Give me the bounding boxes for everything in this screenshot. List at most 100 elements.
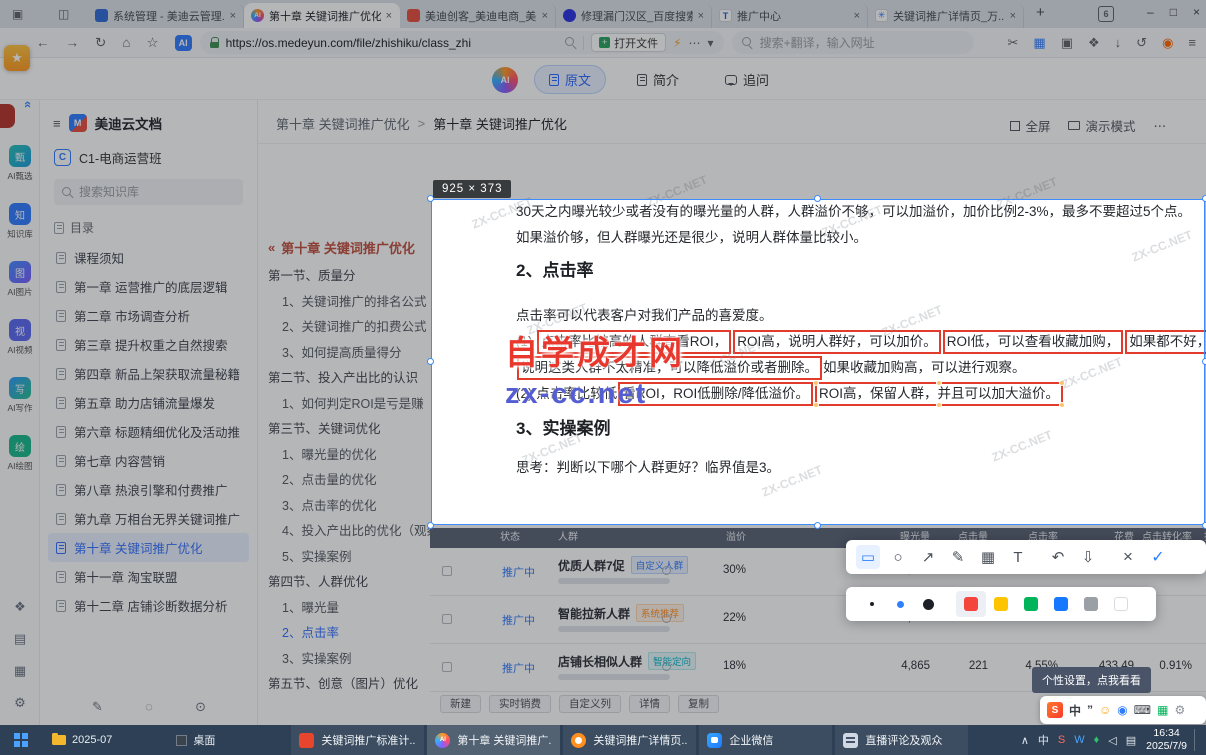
color-swatch[interactable] <box>1046 591 1076 617</box>
toolbar-icon[interactable]: ≡ <box>1188 35 1196 50</box>
toc-item[interactable]: 2、点击率 <box>268 621 431 647</box>
audience-name[interactable]: 智能拉新人群 <box>558 605 630 622</box>
browser-tab[interactable]: 美迪创客_美迪电商_美... × <box>400 3 556 28</box>
sidebar-chapter[interactable]: 第六章 标题精细优化及活动推 <box>48 417 249 446</box>
selection-handle[interactable] <box>814 522 821 529</box>
tab-follow-up[interactable]: 追问 <box>710 65 784 94</box>
sidebar-footer-icon[interactable]: ✎ <box>92 699 103 715</box>
selection-handle[interactable] <box>427 358 434 365</box>
rail-bottom-icon[interactable]: ⚙ <box>14 695 26 711</box>
toolbar-icon[interactable]: ↓ <box>1115 35 1122 50</box>
ime-icon[interactable]: ☺ <box>1099 703 1111 717</box>
chevron-down-icon[interactable]: ▾ <box>708 36 714 50</box>
toc-item[interactable]: 1、如何判定ROI是亏是赚 <box>268 392 431 418</box>
sidebar-chapter[interactable]: 第三章 提升权重之自然搜索 <box>48 330 249 359</box>
selection-handle[interactable] <box>1202 195 1206 202</box>
ime-icon[interactable]: ⌨ <box>1134 703 1151 717</box>
knowledge-search-input[interactable] <box>79 185 229 199</box>
browser-search-input[interactable] <box>759 35 964 50</box>
lightning-icon[interactable]: ⚡ <box>673 36 681 50</box>
toc-item[interactable]: 1、关键词推广的排名公式 <box>268 290 431 316</box>
sidebar-chapter[interactable]: 第十章 关键词推广优化 <box>48 533 249 562</box>
ime-icon[interactable]: ” <box>1087 703 1093 717</box>
brush-size-option[interactable] <box>858 590 886 618</box>
open-file-button[interactable]: + 打开文件 <box>591 33 667 52</box>
screenshot-tool[interactable]: ○ <box>886 545 910 569</box>
app-badge[interactable] <box>0 104 15 128</box>
bookmark-star-icon[interactable]: ☆ <box>146 35 158 51</box>
table-header-cell[interactable]: 溢价 <box>670 528 746 548</box>
reload-icon[interactable]: ↻ <box>95 35 106 51</box>
taskbar-app[interactable]: 关键词推广标准计... <box>291 725 425 755</box>
tab-close-icon[interactable]: × <box>854 10 860 22</box>
knowledge-search[interactable] <box>54 179 243 205</box>
ai-assistant-badge[interactable]: AI <box>174 34 192 51</box>
screenshot-tool[interactable]: × <box>1116 545 1140 569</box>
toc-item[interactable]: 第五节、创意（图片）优化 <box>268 672 431 698</box>
sidebar-chapter[interactable]: 第二章 市场调查分析 <box>48 301 249 330</box>
more-actions-icon[interactable]: ⋯ <box>1154 118 1167 133</box>
tray-icon[interactable]: ◁ <box>1108 734 1116 747</box>
tab-close-icon[interactable]: × <box>1010 10 1016 22</box>
rail-item[interactable]: 知 知识库 <box>0 198 40 256</box>
row-checkbox[interactable] <box>442 614 452 624</box>
color-swatch[interactable] <box>1106 591 1136 617</box>
url-input[interactable] <box>225 35 559 50</box>
ime-icon[interactable]: S <box>1047 702 1063 718</box>
screenshot-tool[interactable]: ✎ <box>946 545 970 569</box>
sidebar-chapter[interactable]: 第十二章 店铺诊断数据分析 <box>48 591 249 620</box>
toc-chapter-header[interactable]: « 第十章 关键词推广优化 <box>268 238 431 257</box>
screenshot-tool[interactable]: T <box>1006 545 1030 569</box>
browser-tab[interactable]: AI 第十章 关键词推广优化 × <box>244 3 400 28</box>
browser-tab[interactable]: 系统管理 - 美迪云管理... × <box>88 3 244 28</box>
sidebar-chapter[interactable]: 第八章 热浪引擎和付费推广 <box>48 475 249 504</box>
address-bar[interactable]: + 打开文件 ⚡ ⋯ ▾ <box>199 31 724 54</box>
brush-size-option[interactable] <box>886 590 914 618</box>
ime-icon[interactable]: ▦ <box>1157 703 1168 717</box>
tray-icon[interactable]: ♦ <box>1094 734 1100 746</box>
tray-icon[interactable]: S <box>1058 734 1065 746</box>
toolbar-icon[interactable]: ✂ <box>1008 35 1019 51</box>
screenshot-tool[interactable]: ↗ <box>916 545 940 569</box>
selection-handle[interactable] <box>1202 522 1206 529</box>
screenshot-tool[interactable]: ▦ <box>976 545 1000 569</box>
toc-item[interactable]: 1、曝光量 <box>268 596 431 622</box>
tray-icon[interactable]: 中 <box>1038 732 1049 748</box>
color-swatch[interactable] <box>956 591 986 617</box>
color-swatch[interactable] <box>986 591 1016 617</box>
rail-item[interactable]: 图 AI图片 <box>0 256 40 314</box>
toc-item[interactable]: 3、如何提高质量得分 <box>268 341 431 367</box>
table-footer-button[interactable]: 详情 <box>629 695 670 713</box>
row-checkbox[interactable] <box>442 662 452 672</box>
taskbar-folder-item[interactable]: 2025-07 <box>42 725 122 755</box>
toc-item[interactable]: 2、关键词推广的扣费公式 <box>268 315 431 341</box>
selection-handle[interactable] <box>814 195 821 202</box>
taskbar-app[interactable]: 企业微信 <box>699 725 833 755</box>
toc-item[interactable]: 第三节、关键词优化 <box>268 417 431 443</box>
audience-name[interactable]: 店铺长相似人群 <box>558 653 642 670</box>
rail-bottom-icon[interactable]: ▤ <box>14 631 26 647</box>
tab-count-badge[interactable]: 6 <box>1098 6 1114 22</box>
toolbar-icon[interactable]: ❖ <box>1088 35 1100 51</box>
browser-tab[interactable]: 修理漏门汉区_百度搜索 × <box>556 3 712 28</box>
ime-icon[interactable]: ⚙ <box>1174 703 1185 717</box>
sidebar-chapter[interactable]: 第十一章 淘宝联盟 <box>48 562 249 591</box>
ime-icon[interactable]: 中 <box>1069 702 1081 719</box>
sidebar-menu-icon[interactable]: ≡ <box>53 116 61 131</box>
screenshot-tool[interactable]: ▭ <box>856 545 880 569</box>
show-desktop-button[interactable] <box>1198 725 1206 755</box>
toolbar-icon[interactable]: ▣ <box>1061 35 1073 51</box>
toolbar-icon[interactable]: ↺ <box>1136 35 1147 51</box>
toc-item[interactable]: 第一节、质量分 <box>268 264 431 290</box>
sidebar-chapter[interactable]: 第九章 万相台无界关键词推广 <box>48 504 249 533</box>
more-icon[interactable]: ⋯ <box>689 36 701 50</box>
rail-item[interactable]: 写 AI写作 <box>0 372 40 430</box>
color-swatch[interactable] <box>1076 591 1106 617</box>
fullscreen-button[interactable]: 全屏 <box>1010 116 1050 135</box>
taskbar-app[interactable]: AI 第十章 关键词推广... <box>427 725 561 755</box>
table-footer-button[interactable]: 自定义列 <box>559 695 621 713</box>
rail-item[interactable]: 视 AI视频 <box>0 314 40 372</box>
browser-tab[interactable]: ✳ 关键词推广详情页_万... × <box>868 3 1024 28</box>
table-header-cell[interactable]: 人群 <box>558 528 678 548</box>
home-icon[interactable]: ⌂ <box>122 35 130 50</box>
